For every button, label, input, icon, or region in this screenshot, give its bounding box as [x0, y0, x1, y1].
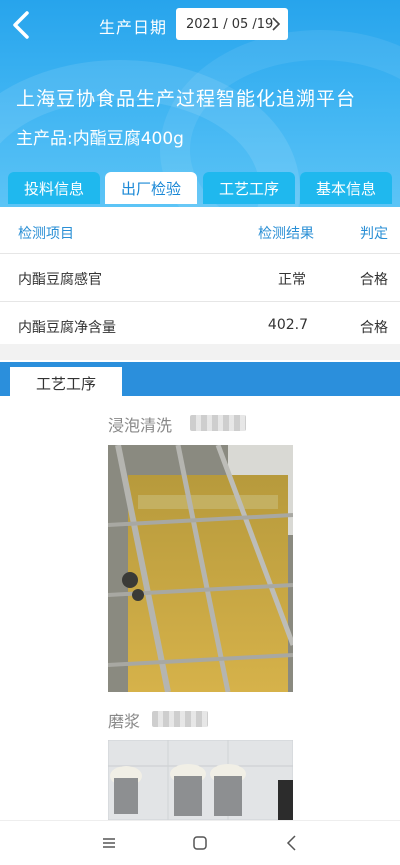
back-arrow-icon[interactable] [10, 10, 32, 40]
tab-bar: 投料信息 出厂检验 工艺工序 基本信息 [0, 172, 400, 204]
production-date-label: 生产日期 [99, 18, 168, 37]
step-photo-grinding [108, 740, 293, 820]
header-item: 检测项目 [18, 226, 74, 242]
menu-icon[interactable] [99, 833, 119, 853]
table-row: 内酯豆腐净含量 402.7 合格 [0, 302, 400, 350]
system-nav-bar [0, 820, 400, 865]
row-item: 内酯豆腐净含量 [18, 320, 116, 336]
date-value: 2021 / 05 /19 [186, 16, 274, 32]
table-header: 检测项目 检测结果 判定 [0, 208, 400, 254]
step-title: 磨浆 [108, 712, 141, 731]
header-result: 检测结果 [258, 226, 314, 242]
platform-title: 上海豆协食品生产过程智能化追溯平台 [16, 88, 357, 110]
row-result: 402.7 [267, 317, 308, 333]
tab-factory-inspection[interactable]: 出厂检验 [105, 172, 197, 204]
header-judgement: 判定 [360, 226, 388, 242]
row-judgement: 合格 [360, 320, 388, 336]
blurred-tag [152, 711, 208, 727]
tab-basic-info[interactable]: 基本信息 [300, 172, 392, 204]
home-icon[interactable] [190, 833, 210, 853]
grinding-machine-image [108, 740, 293, 820]
chevron-right-icon [272, 17, 280, 31]
step-photo-soaking [108, 445, 293, 692]
date-picker[interactable]: 2021 / 05 /19 [176, 8, 288, 40]
step-title: 浸泡清洗 [108, 416, 173, 435]
top-bar: 生产日期 2021 / 05 /19 [0, 0, 400, 50]
process-section-tab[interactable]: 工艺工序 [10, 367, 122, 399]
tab-feeding-info[interactable]: 投料信息 [8, 172, 100, 204]
soaking-tank-image [108, 445, 293, 692]
inspection-table: 检测项目 检测结果 判定 内酯豆腐感官 正常 合格 内酯豆腐净含量 402.7 … [0, 208, 400, 350]
section-divider [0, 344, 400, 360]
header-banner: 生产日期 2021 / 05 /19 上海豆协食品生产过程智能化追溯平台 主产品… [0, 0, 400, 207]
back-icon[interactable] [282, 833, 302, 853]
product-name: 主产品:内酯豆腐400g [16, 129, 184, 149]
row-result: 正常 [278, 272, 306, 288]
row-judgement: 合格 [360, 272, 388, 288]
tab-process[interactable]: 工艺工序 [203, 172, 295, 204]
table-row: 内酯豆腐感官 正常 合格 [0, 254, 400, 302]
blurred-tag [190, 415, 246, 431]
row-item: 内酯豆腐感官 [18, 272, 102, 288]
